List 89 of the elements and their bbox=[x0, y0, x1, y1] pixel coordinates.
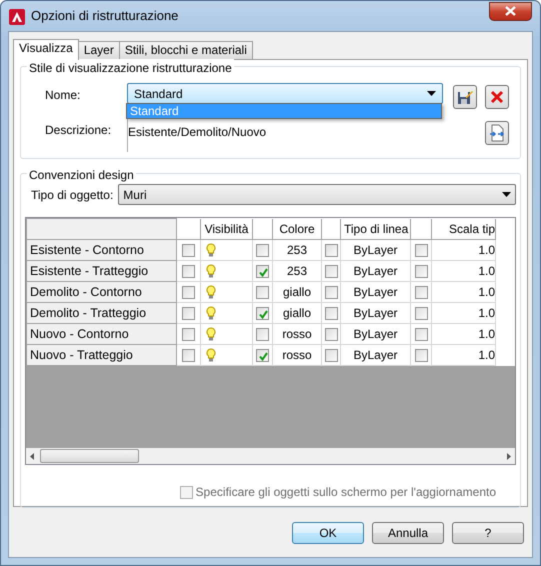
column-header[interactable]: Scala tip bbox=[432, 218, 496, 240]
cell-text: ByLayer bbox=[353, 264, 398, 278]
checkbox[interactable] bbox=[256, 244, 269, 258]
cell-text: giallo bbox=[282, 306, 312, 320]
checkbox[interactable] bbox=[182, 265, 195, 278]
checkbox[interactable] bbox=[325, 286, 338, 300]
cell-text: ByLayer bbox=[353, 348, 398, 362]
tab[interactable]: Stili, blocchi e materiali bbox=[118, 41, 253, 59]
checkbox[interactable] bbox=[182, 328, 195, 342]
caret-icon bbox=[502, 192, 511, 197]
dialog-button[interactable]: OK bbox=[292, 522, 364, 544]
import-button[interactable] bbox=[485, 121, 509, 145]
dialog-button[interactable]: ? bbox=[452, 522, 524, 544]
cell-text: 1.0 bbox=[478, 348, 494, 362]
light-bulb-icon[interactable] bbox=[206, 325, 216, 343]
row-header[interactable]: Esistente - Contorno bbox=[26, 240, 176, 260]
name-dropdown[interactable]: Standard bbox=[127, 83, 443, 104]
row-header[interactable]: Nuovo - Tratteggio bbox=[26, 344, 176, 366]
field-label: Tipo di oggetto: bbox=[30, 186, 114, 204]
dialog-button[interactable]: Annulla bbox=[372, 522, 444, 544]
checkbox[interactable] bbox=[414, 286, 428, 300]
checkbox[interactable] bbox=[325, 328, 338, 342]
row-header[interactable]: Nuovo - Contorno bbox=[26, 324, 176, 344]
cell-text: rosso bbox=[282, 348, 312, 362]
checkbox[interactable] bbox=[256, 265, 269, 278]
cell-text: 1.0 bbox=[478, 285, 494, 299]
column-header[interactable]: Visibilità bbox=[200, 218, 252, 240]
tab[interactable]: Visualizza bbox=[13, 39, 79, 60]
description-field[interactable]: Esistente/Demolito/Nuovo bbox=[127, 118, 443, 152]
checkbox[interactable] bbox=[414, 307, 428, 320]
scroll-left-icon[interactable] bbox=[30, 452, 34, 460]
checkbox[interactable] bbox=[256, 286, 269, 300]
save-icon-button[interactable] bbox=[453, 85, 477, 109]
cell-text: ByLayer bbox=[353, 243, 398, 257]
cell-text: 253 bbox=[286, 264, 308, 278]
cell-text: 1.0 bbox=[478, 306, 494, 320]
light-bulb-icon[interactable] bbox=[206, 283, 216, 301]
light-bulb-icon[interactable] bbox=[206, 262, 216, 280]
checkbox[interactable] bbox=[256, 307, 269, 320]
field-label: Nome: bbox=[44, 87, 82, 104]
checkbox[interactable] bbox=[414, 349, 428, 362]
checkbox[interactable] bbox=[414, 265, 428, 278]
column-header[interactable]: Tipo di linea bbox=[340, 218, 410, 240]
import-icon bbox=[489, 124, 505, 142]
cell-text: 1.0 bbox=[478, 264, 494, 278]
checkbox[interactable] bbox=[256, 328, 269, 342]
tab[interactable]: Layer bbox=[78, 41, 120, 59]
cell-text: ByLayer bbox=[353, 327, 398, 341]
checkbox[interactable] bbox=[414, 244, 428, 258]
checkbox[interactable] bbox=[414, 328, 428, 342]
close-icon bbox=[505, 6, 516, 16]
row-header[interactable]: Demolito - Tratteggio bbox=[26, 302, 176, 324]
app-logo-icon bbox=[9, 7, 25, 25]
cell-text: 253 bbox=[286, 243, 308, 257]
checkbox-label: Specificare gli oggetti sullo schermo per l'aggiornamento bbox=[196, 484, 496, 501]
cell-text: rosso bbox=[282, 327, 312, 341]
close-button[interactable] bbox=[489, 2, 532, 20]
scrollbar-thumb[interactable] bbox=[40, 449, 139, 463]
checkbox[interactable] bbox=[182, 307, 195, 320]
cell-text: 1.0 bbox=[478, 243, 494, 257]
caret-icon bbox=[427, 91, 436, 96]
cell-text: ByLayer bbox=[353, 285, 398, 299]
checkbox[interactable] bbox=[325, 244, 338, 258]
checkbox[interactable] bbox=[182, 349, 195, 362]
dropdown-value: Standard bbox=[134, 86, 183, 102]
save-icon bbox=[457, 89, 473, 105]
field-label: Descrizione: bbox=[44, 122, 112, 139]
checkbox[interactable] bbox=[325, 349, 338, 362]
row-header[interactable]: Esistente - Tratteggio bbox=[26, 260, 176, 282]
checkbox[interactable] bbox=[256, 349, 269, 362]
scroll-right-icon[interactable] bbox=[507, 452, 511, 460]
checkbox[interactable] bbox=[182, 286, 195, 300]
delete-button[interactable] bbox=[485, 85, 509, 109]
light-bulb-icon[interactable] bbox=[206, 241, 216, 259]
light-bulb-icon[interactable] bbox=[206, 304, 216, 322]
object-type-dropdown[interactable]: Muri bbox=[118, 184, 516, 205]
cell-text: 1.0 bbox=[478, 327, 494, 341]
checkbox[interactable] bbox=[182, 244, 195, 258]
column-header[interactable]: Colore bbox=[272, 218, 322, 240]
row-header[interactable]: Demolito - Contorno bbox=[26, 282, 176, 302]
checkbox[interactable] bbox=[325, 307, 338, 320]
checkbox[interactable] bbox=[325, 265, 338, 278]
cell-text: giallo bbox=[282, 285, 312, 299]
dropdown-value: Muri bbox=[123, 186, 147, 204]
light-bulb-icon[interactable] bbox=[206, 346, 216, 364]
delete-icon bbox=[490, 90, 504, 104]
window-title: Opzioni di ristrutturazione bbox=[31, 7, 178, 26]
cell-text: ByLayer bbox=[353, 306, 398, 320]
horizontal-scrollbar[interactable] bbox=[26, 448, 515, 464]
